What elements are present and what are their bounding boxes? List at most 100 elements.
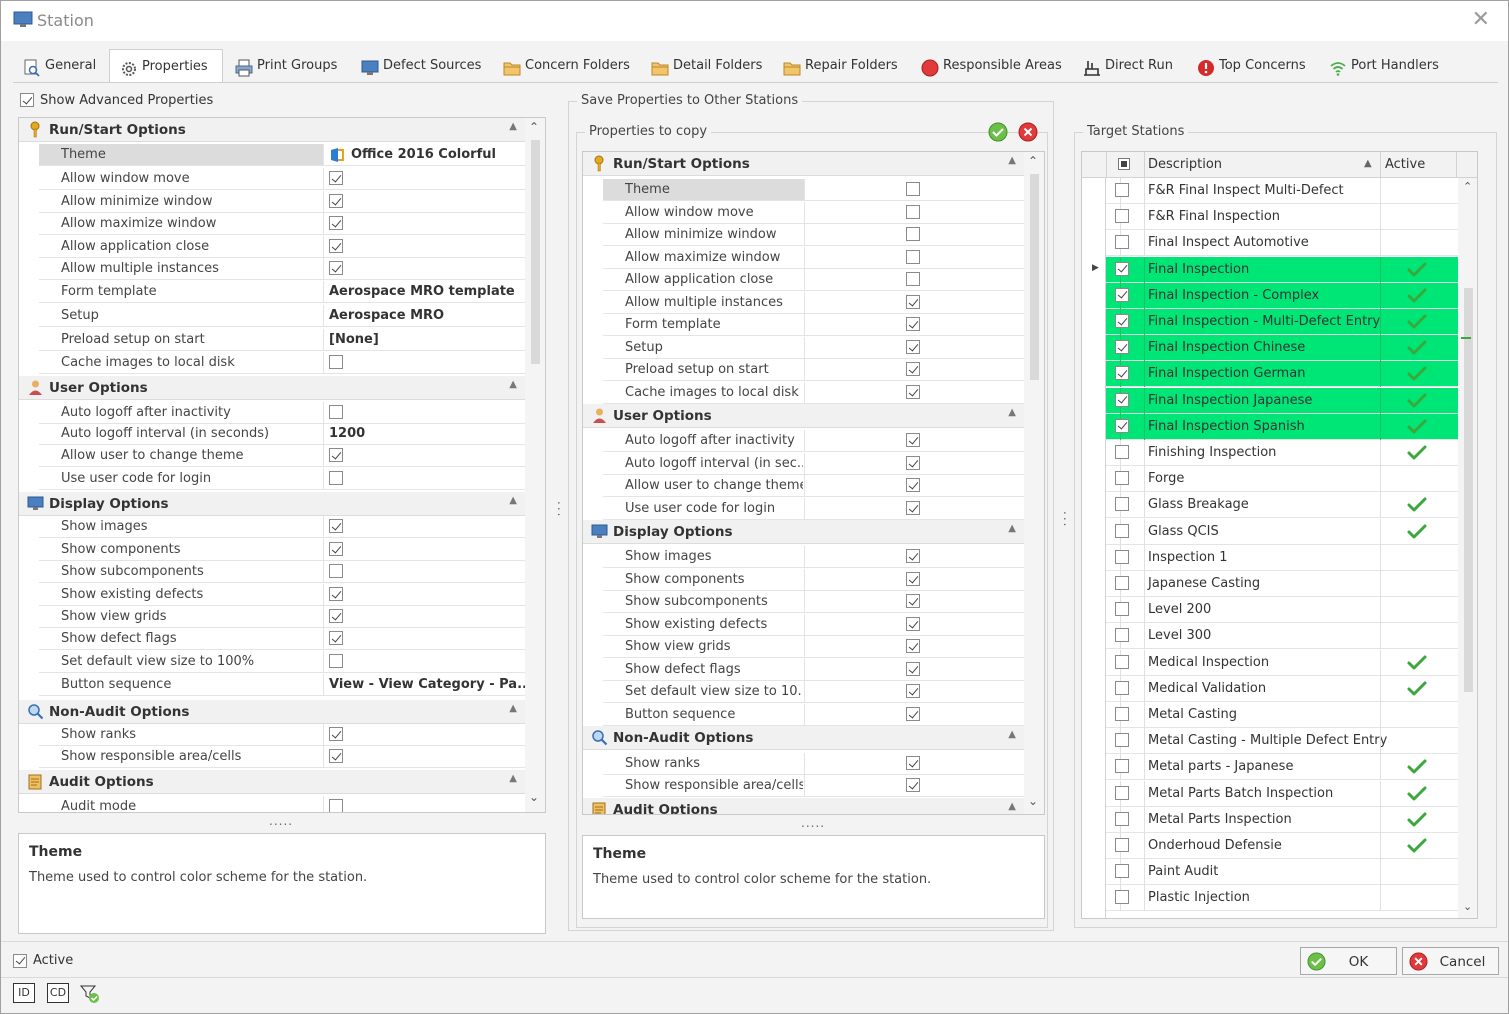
- target-station-row[interactable]: Inspection 1: [1106, 544, 1458, 571]
- property-checkbox[interactable]: [329, 171, 343, 185]
- copy-checkbox[interactable]: [906, 385, 920, 399]
- copy-row[interactable]: Show components: [603, 569, 1024, 591]
- target-station-row[interactable]: Onderhoud Defensie: [1106, 833, 1458, 859]
- check-all-icon[interactable]: [988, 122, 1008, 142]
- property-row[interactable]: Auto logoff after inactivity: [39, 402, 525, 424]
- target-station-row[interactable]: Final Inspection: [1106, 256, 1458, 283]
- property-checkbox[interactable]: [329, 587, 343, 601]
- property-value[interactable]: View - View Category - Pa...: [329, 677, 525, 692]
- tab-detail-folders[interactable]: Detail Folders: [641, 49, 771, 82]
- ok-button[interactable]: OK: [1300, 947, 1397, 975]
- station-checkbox[interactable]: [1115, 549, 1129, 564]
- scroll-up-icon[interactable]: ⌃: [529, 120, 539, 134]
- copy-checkbox[interactable]: [906, 362, 920, 376]
- copy-checkbox[interactable]: [906, 456, 920, 470]
- tab-concern-folders[interactable]: Concern Folders: [493, 49, 639, 82]
- station-checkbox[interactable]: [1115, 235, 1129, 250]
- copy-checkbox[interactable]: [906, 205, 920, 219]
- property-row[interactable]: Form template Aerospace MRO template: [39, 281, 525, 303]
- copy-checkbox[interactable]: [906, 250, 920, 264]
- target-station-row[interactable]: Final Inspection Spanish: [1106, 413, 1458, 440]
- station-checkbox[interactable]: [1115, 314, 1129, 328]
- active-checkbox[interactable]: [13, 953, 27, 968]
- property-row[interactable]: Show subcomponents: [39, 561, 525, 583]
- station-checkbox[interactable]: [1115, 183, 1129, 197]
- copy-checkbox[interactable]: [906, 778, 920, 792]
- target-station-row[interactable]: Japanese Casting: [1106, 571, 1458, 597]
- tab-repair-folders[interactable]: Repair Folders: [773, 49, 909, 82]
- scroll-down-icon[interactable]: ⌄: [529, 790, 539, 804]
- target-station-row[interactable]: Glass QCIS: [1106, 518, 1458, 545]
- property-value[interactable]: 1200: [329, 426, 525, 441]
- copy-checkbox[interactable]: [906, 317, 920, 331]
- tab-direct-run[interactable]: Direct Run: [1073, 49, 1185, 82]
- station-checkbox[interactable]: [1115, 471, 1129, 486]
- property-row[interactable]: Audit mode: [39, 796, 525, 812]
- target-station-row[interactable]: Medical Inspection: [1106, 649, 1458, 676]
- station-checkbox[interactable]: [1115, 864, 1129, 879]
- collapse-icon[interactable]: ▲: [1008, 407, 1016, 418]
- target-station-row[interactable]: Metal parts - Japanese: [1106, 754, 1458, 781]
- copy-row[interactable]: Allow maximize window: [603, 247, 1024, 269]
- station-checkbox[interactable]: [1115, 759, 1129, 774]
- target-station-row[interactable]: Glass Breakage: [1106, 492, 1458, 519]
- tab-top-concerns[interactable]: Top Concerns: [1187, 49, 1317, 82]
- tab-port-handlers[interactable]: Port Handlers: [1319, 49, 1451, 82]
- copy-row[interactable]: Button sequence: [603, 704, 1024, 726]
- copy-checkbox[interactable]: [906, 639, 920, 653]
- copy-category-run-start-options[interactable]: Run/Start Options ▲: [583, 152, 1024, 176]
- station-checkbox[interactable]: [1115, 654, 1129, 669]
- property-checkbox[interactable]: [329, 609, 343, 623]
- target-station-row[interactable]: Final Inspection German: [1106, 361, 1458, 388]
- copy-row[interactable]: Setup: [603, 337, 1024, 359]
- property-value[interactable]: Office 2016 Colorful: [329, 147, 525, 162]
- collapse-icon[interactable]: ▲: [1008, 523, 1016, 534]
- property-row[interactable]: Show responsible area/cells: [39, 746, 525, 768]
- copy-checkbox[interactable]: [906, 501, 920, 515]
- property-row[interactable]: Button sequence View - View Category - Pa…: [39, 674, 525, 696]
- uncheck-all-icon[interactable]: [1018, 122, 1038, 142]
- category-header-non-audit-options[interactable]: Non-Audit Options ▲: [19, 700, 525, 724]
- id-button[interactable]: ID: [13, 983, 35, 1003]
- property-value[interactable]: Aerospace MRO: [329, 308, 525, 323]
- property-row[interactable]: Allow user to change theme: [39, 445, 525, 467]
- target-station-row[interactable]: Final Inspection - Complex: [1106, 282, 1458, 309]
- station-checkbox[interactable]: [1115, 287, 1129, 302]
- copy-row[interactable]: Cache images to local disk: [603, 382, 1024, 404]
- property-checkbox[interactable]: [329, 216, 343, 230]
- property-checkbox[interactable]: [329, 448, 343, 462]
- station-checkbox[interactable]: [1115, 811, 1129, 826]
- copy-checkbox[interactable]: [906, 684, 920, 698]
- station-checkbox[interactable]: [1115, 340, 1129, 355]
- scroll-down-icon[interactable]: ⌄: [1463, 900, 1472, 913]
- copy-category-display-options[interactable]: Display Options ▲: [583, 520, 1024, 544]
- target-station-row[interactable]: Metal Casting - Multiple Defect Entry: [1106, 728, 1458, 755]
- property-row[interactable]: Show view grids: [39, 606, 525, 628]
- collapse-icon[interactable]: ▲: [509, 379, 517, 390]
- target-station-row[interactable]: Final Inspection - Multi-Defect Entry: [1106, 309, 1458, 335]
- target-stations-grid[interactable]: Description ▲ Active F&R Final Inspect M…: [1081, 151, 1478, 919]
- target-station-row[interactable]: Forge: [1106, 466, 1458, 493]
- splitter-grip-mid[interactable]: .....: [801, 816, 825, 830]
- station-checkbox[interactable]: [1115, 209, 1129, 224]
- station-checkbox[interactable]: [1115, 680, 1129, 695]
- property-row[interactable]: Show images: [39, 516, 525, 538]
- property-checkbox[interactable]: [329, 749, 343, 763]
- property-grid-scrollbar[interactable]: ⌃ ⌄: [525, 118, 545, 812]
- cd-button[interactable]: CD: [47, 983, 69, 1003]
- select-all-checkbox[interactable]: [1118, 158, 1130, 170]
- property-checkbox[interactable]: [329, 405, 343, 419]
- category-header-audit-options[interactable]: Audit Options ▲: [19, 770, 525, 794]
- property-row[interactable]: Use user code for login: [39, 468, 525, 490]
- property-row[interactable]: Auto logoff interval (in seconds) 1200: [39, 423, 525, 445]
- target-station-row[interactable]: Level 200: [1106, 597, 1458, 624]
- tab-responsible-areas[interactable]: Responsible Areas: [911, 49, 1071, 82]
- tab-general[interactable]: General: [13, 49, 107, 82]
- copy-row[interactable]: Allow user to change theme: [603, 475, 1024, 497]
- station-checkbox[interactable]: [1115, 366, 1129, 381]
- copy-category-audit-options[interactable]: Audit Options ▲: [583, 798, 1024, 814]
- collapse-icon[interactable]: ▲: [1008, 155, 1016, 166]
- col-description-header[interactable]: Description: [1148, 157, 1222, 172]
- tab-print-groups[interactable]: Print Groups: [225, 49, 349, 82]
- target-scrollbar[interactable]: ⌃ ⌄: [1458, 178, 1477, 918]
